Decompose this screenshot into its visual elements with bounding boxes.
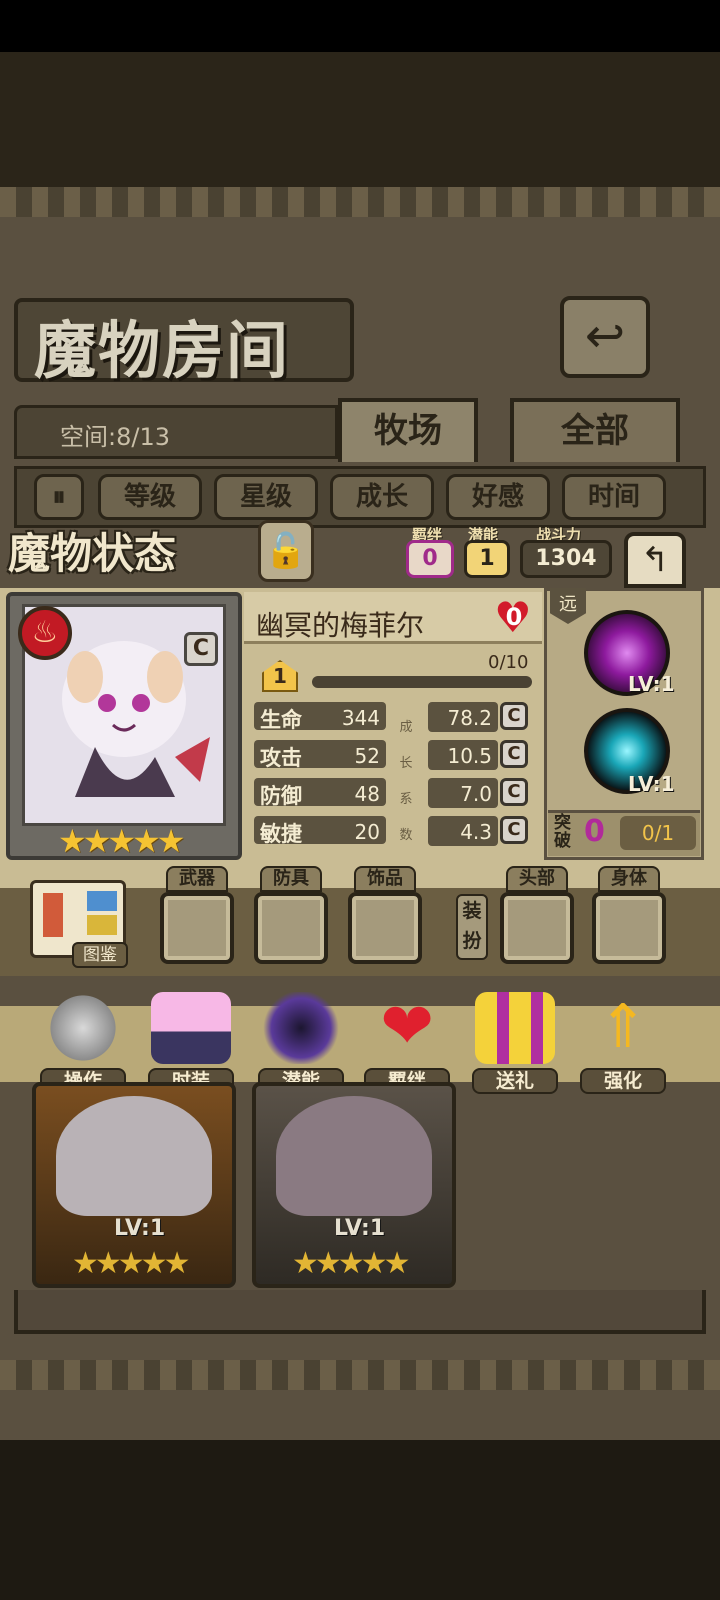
return-button[interactable]: ↩ — [560, 296, 650, 378]
lock-icon: 🔓 — [264, 531, 308, 571]
card-art — [276, 1096, 432, 1216]
stat-value: 52 — [354, 744, 380, 768]
space-counter: 空间:8/13 — [60, 423, 170, 451]
growth-grade-badge: C — [500, 740, 528, 768]
break-progress: 0/1 — [620, 816, 696, 850]
status-bar — [0, 0, 720, 52]
status-return-button[interactable]: ↰ — [624, 532, 686, 588]
head-slot[interactable] — [500, 892, 574, 964]
action-label: 强化 — [580, 1068, 666, 1094]
status-header: 魔物状态 — [8, 529, 177, 578]
upgrade-button[interactable]: ⇑ 强化 — [580, 992, 666, 1094]
card-art — [56, 1096, 212, 1216]
bottom-background — [0, 1440, 720, 1600]
stat-value: 20 — [354, 820, 380, 844]
costume-vertical-label: 装扮 — [456, 894, 488, 960]
monster-card[interactable]: LV:1 ★★★★★ — [32, 1082, 236, 1288]
tab-pasture[interactable]: 牧场 — [338, 398, 478, 462]
skill-level: LV:1 — [628, 772, 675, 796]
slot-label: 饰品 — [354, 866, 416, 892]
card-level: LV:1 — [334, 1216, 386, 1241]
skill-level: LV:1 — [628, 672, 675, 696]
monster-card[interactable]: LV:1 ★★★★★ — [252, 1082, 456, 1288]
xp-bar — [312, 676, 532, 688]
return-arrow-icon: ↩ — [584, 308, 626, 364]
monster-name: 幽冥的梅菲尔 — [256, 609, 425, 642]
break-label: 突破 — [554, 813, 571, 851]
growth-grade-badge: C — [500, 702, 528, 730]
lock-button[interactable]: 🔓 — [258, 520, 314, 582]
top-zigzag-border — [0, 187, 720, 217]
growth-value: 78.2 — [447, 706, 492, 730]
slot-label: 身体 — [598, 866, 660, 892]
return-arrow-icon: ↰ — [640, 540, 670, 580]
hearts-icon: ❤ — [380, 990, 434, 1064]
costume-icon — [151, 992, 231, 1064]
page-title: 魔物房间 — [34, 314, 291, 387]
bond-value: 0 — [406, 540, 454, 578]
card-level: LV:1 — [114, 1216, 166, 1241]
armor-slot[interactable] — [254, 892, 328, 964]
sort-time-button[interactable]: 时间 — [562, 474, 666, 520]
weapon-slot[interactable] — [160, 892, 234, 964]
slot-label: 头部 — [506, 866, 568, 892]
body-slot[interactable] — [592, 892, 666, 964]
favor-value: 0 — [505, 603, 523, 631]
break-value: 0 — [584, 814, 605, 849]
bottom-zigzag-border — [0, 1360, 720, 1390]
room-frame-bottom — [14, 1290, 706, 1334]
book-label: 图鉴 — [72, 942, 128, 968]
sort-growth-button[interactable]: 成长 — [330, 474, 434, 520]
potential-button[interactable]: 潜能 — [258, 992, 344, 1094]
star-rating: ★★★★★ — [58, 822, 185, 860]
growth-value: 7.0 — [460, 782, 492, 806]
fire-element-icon: ♨ — [18, 606, 72, 660]
potential-icon — [261, 992, 341, 1064]
sort-affection-button[interactable]: 好感 — [446, 474, 550, 520]
growth-vertical-label: 数 — [399, 828, 413, 843]
costume-button[interactable]: 时装 — [148, 992, 234, 1094]
stat-label: 敏捷 — [260, 822, 302, 846]
gear-icon — [43, 992, 123, 1064]
operate-button[interactable]: 操作 — [40, 992, 126, 1094]
growth-value: 10.5 — [447, 744, 492, 768]
gift-icon — [475, 992, 555, 1064]
sort-order-toggle[interactable]: ⏸ — [34, 474, 84, 520]
growth-vertical-label: 系 — [399, 792, 413, 807]
growth-vertical-label: 成 — [399, 720, 413, 735]
gift-button[interactable]: 送礼 — [472, 992, 558, 1094]
upgrade-arrows-icon: ⇑ — [597, 992, 649, 1062]
stat-label: 攻击 — [260, 746, 302, 770]
slot-label: 武器 — [166, 866, 228, 892]
stat-value: 48 — [354, 782, 380, 806]
stat-label: 生命 — [260, 708, 302, 732]
tab-all[interactable]: 全部 — [510, 398, 680, 462]
accessory-slot[interactable] — [348, 892, 422, 964]
slot-label: 防具 — [260, 866, 322, 892]
growth-value: 4.3 — [460, 820, 492, 844]
sort-level-button[interactable]: 等级 — [98, 474, 202, 520]
power-value: 1304 — [520, 540, 612, 578]
potential-value: 1 — [464, 540, 510, 578]
growth-vertical-label: 长 — [399, 756, 413, 771]
growth-grade-badge: C — [500, 816, 528, 844]
growth-grade-badge: C — [500, 778, 528, 806]
rank-badge: C — [184, 632, 218, 666]
bond-button[interactable]: ❤ 羁绊 — [364, 990, 450, 1094]
sort-star-button[interactable]: 星级 — [214, 474, 318, 520]
stat-value: 344 — [341, 706, 380, 730]
card-stars: ★★★★★ — [72, 1246, 191, 1281]
action-label: 送礼 — [472, 1068, 558, 1094]
card-stars: ★★★★★ — [292, 1246, 411, 1281]
top-background — [0, 52, 720, 187]
xp-text: 0/10 — [488, 652, 529, 673]
stat-label: 防御 — [260, 784, 302, 808]
sort-toggle-icon: ⏸ — [52, 482, 66, 512]
